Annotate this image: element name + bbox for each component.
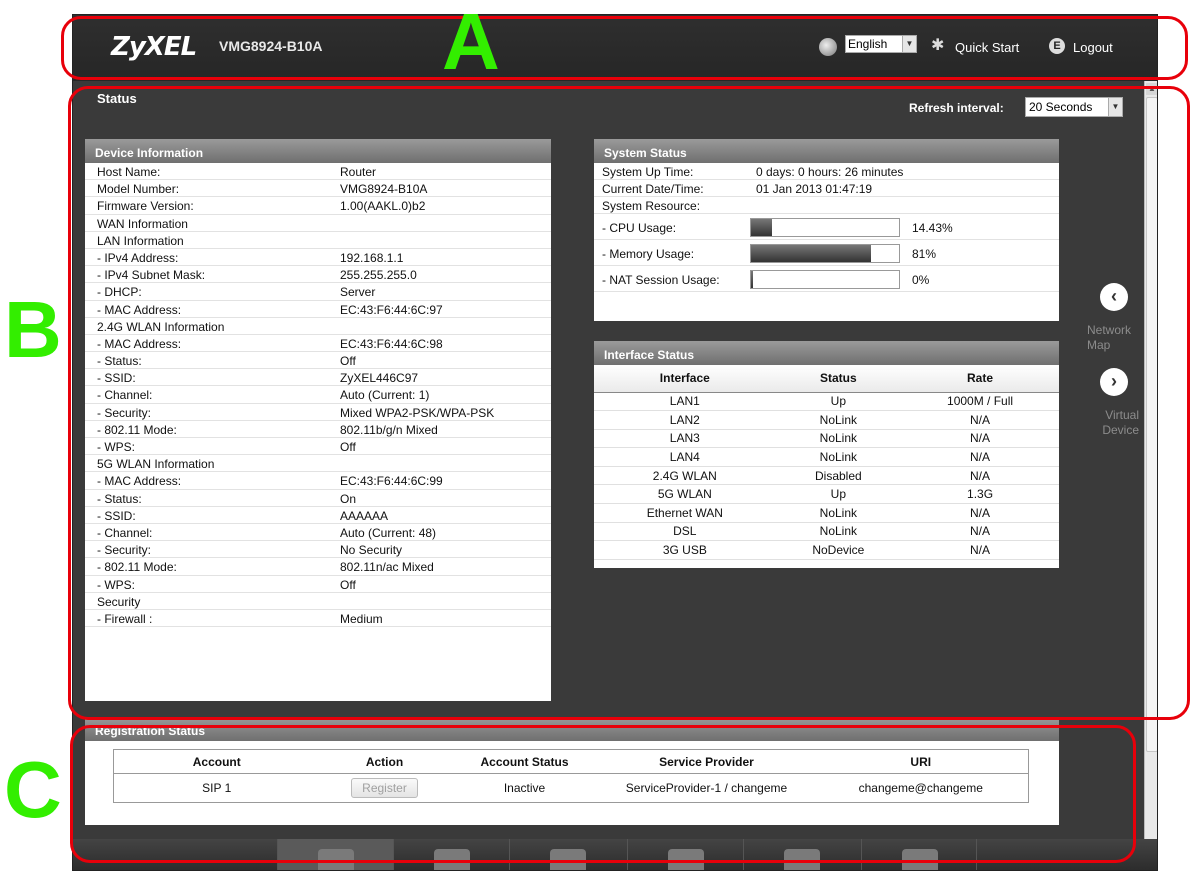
annotation-letter-a: A xyxy=(442,0,500,86)
annotation-box-b xyxy=(68,86,1190,720)
annotation-letter-c: C xyxy=(4,745,62,834)
annotation-letter-b: B xyxy=(4,285,62,374)
annotation-box-c xyxy=(70,725,1136,863)
annotation-box-a xyxy=(61,16,1188,80)
